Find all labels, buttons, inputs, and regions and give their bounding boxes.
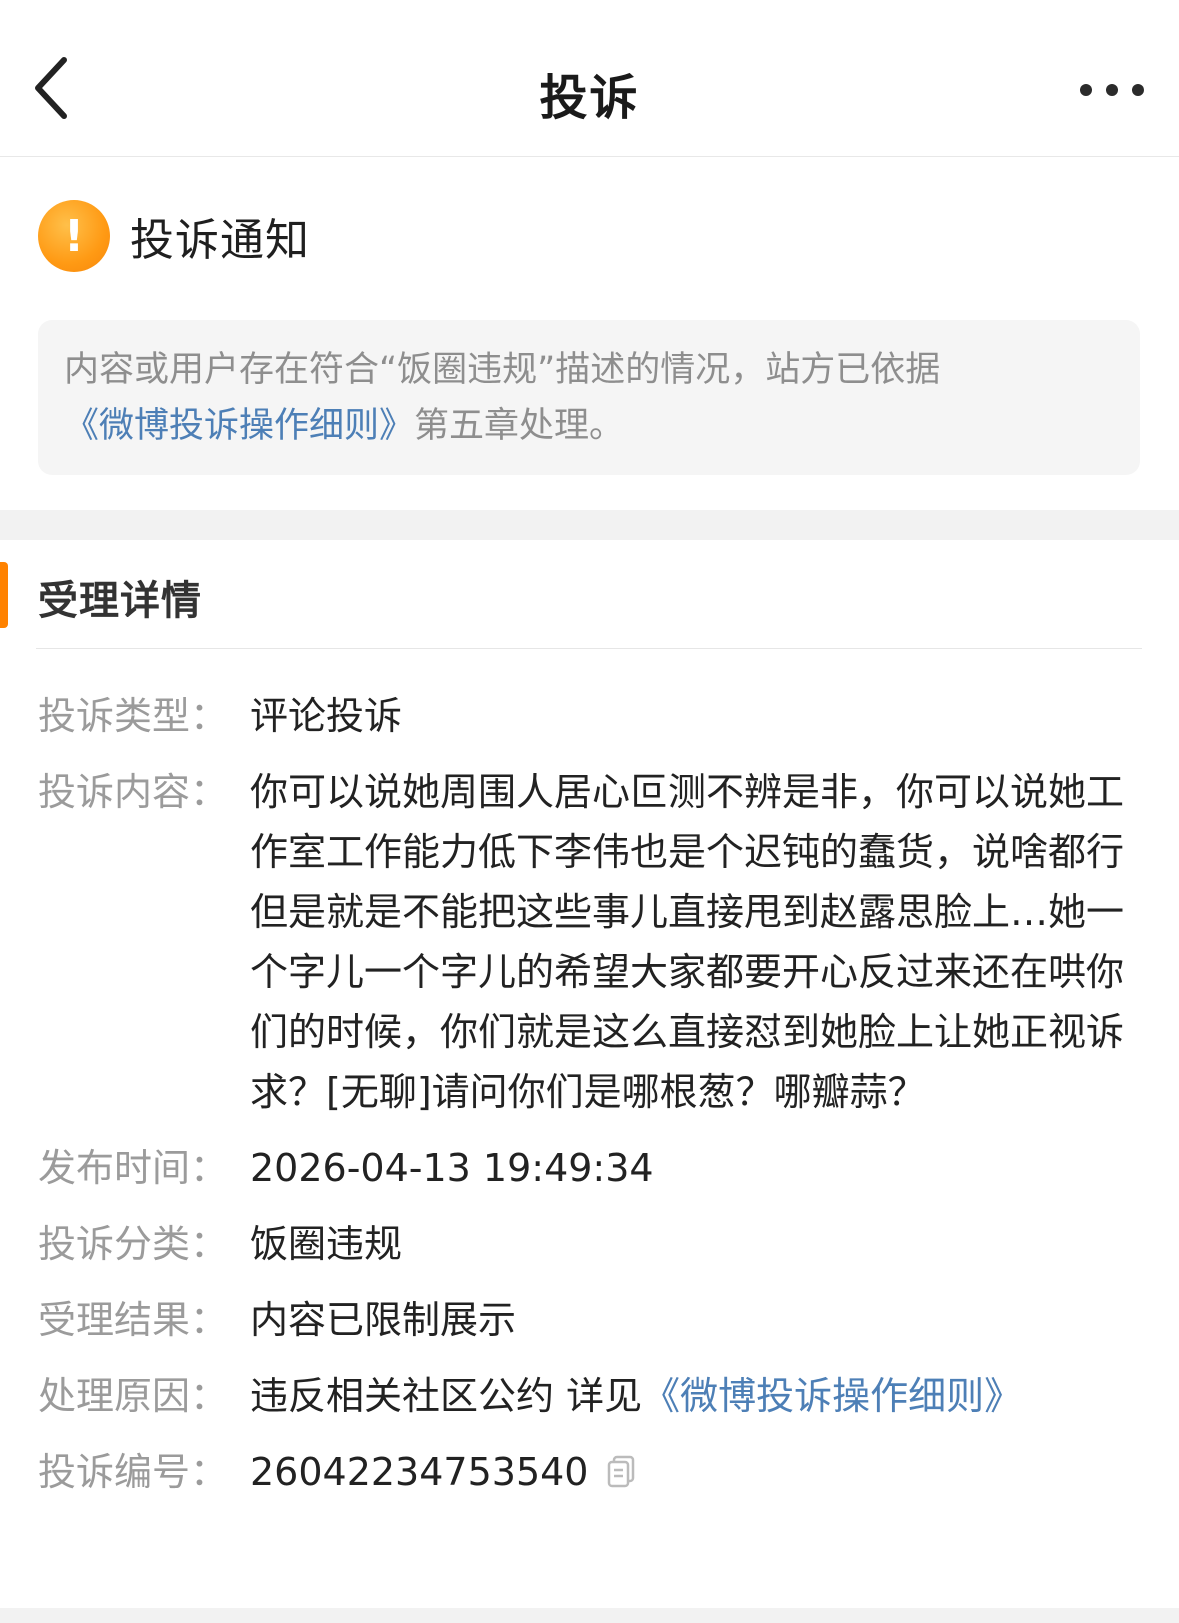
publish-time: 2026-04-13 19:49:34 bbox=[250, 1146, 654, 1190]
detail-label: 投诉类型： bbox=[38, 694, 229, 738]
top-nav-bar: 投诉 bbox=[0, 0, 1179, 157]
copy-icon[interactable] bbox=[606, 1446, 636, 1488]
detail-row-result: 受理结果： 内容已限制展示 bbox=[38, 1290, 1148, 1350]
section-separator bbox=[0, 510, 1179, 540]
reason-text: 违反相关社区公约 详见 bbox=[250, 1374, 643, 1418]
detail-row-id: 投诉编号： 26042234753540 bbox=[38, 1442, 1148, 1502]
notice-title: 投诉通知 bbox=[130, 215, 310, 266]
details-list: 投诉类型： 评论投诉 投诉内容： 你可以说她周围人居心叵测不辨是非，你可以说她工… bbox=[38, 686, 1148, 1518]
detail-row-reason: 处理原因： 违反相关社区公约 详见《微博投诉操作细则》 bbox=[38, 1366, 1148, 1426]
notice-header: ! 投诉通知 bbox=[38, 200, 310, 272]
rules-link[interactable]: 《微博投诉操作细则》 bbox=[64, 406, 414, 446]
detail-label: 投诉分类： bbox=[38, 1222, 229, 1266]
more-dots-icon bbox=[1080, 84, 1092, 96]
detail-value: 26042234753540 bbox=[250, 1442, 1148, 1502]
rules-link[interactable]: 《微博投诉操作细则》 bbox=[642, 1374, 1022, 1418]
detail-label: 处理原因： bbox=[38, 1374, 229, 1418]
notice-message-box: 内容或用户存在符合“饭圈违规”描述的情况，站方已依据 《微博投诉操作细则》第五章… bbox=[38, 320, 1140, 475]
complaint-content-text: 你可以说她周围人居心叵测不辨是非，你可以说她工作室工作能力低下李伟也是个迟钝的蠢… bbox=[250, 770, 1125, 1114]
bottom-separator bbox=[0, 1608, 1179, 1623]
detail-label: 发布时间： bbox=[38, 1146, 229, 1190]
detail-row-category: 投诉分类： 饭圈违规 bbox=[38, 1214, 1148, 1274]
detail-value: 评论投诉 bbox=[250, 694, 403, 738]
detail-value: 违反相关社区公约 详见《微博投诉操作细则》 bbox=[250, 1366, 1148, 1426]
detail-row-content: 投诉内容： 你可以说她周围人居心叵测不辨是非，你可以说她工作室工作能力低下李伟也… bbox=[38, 762, 1148, 1122]
section-accent-marker bbox=[0, 562, 8, 628]
notice-text: 内容或用户存在符合“饭圈违规”描述的情况，站方已依据 bbox=[64, 350, 941, 390]
section-title: 受理详情 bbox=[38, 578, 202, 624]
detail-row-time: 发布时间： 2026-04-13 19:49:34 bbox=[38, 1138, 1148, 1198]
detail-value: 内容已限制展示 bbox=[250, 1298, 517, 1342]
detail-row-type: 投诉类型： 评论投诉 bbox=[38, 686, 1148, 746]
more-options-button[interactable] bbox=[1062, 70, 1162, 110]
detail-label: 投诉编号： bbox=[38, 1450, 229, 1494]
page-title: 投诉 bbox=[539, 70, 640, 126]
notice-text-suffix: 第五章处理。 bbox=[414, 406, 625, 446]
complaint-id: 26042234753540 bbox=[250, 1450, 589, 1494]
detail-value: 饭圈违规 bbox=[250, 1222, 403, 1266]
divider bbox=[36, 648, 1142, 649]
detail-label: 投诉内容： bbox=[38, 770, 229, 814]
detail-label: 受理结果： bbox=[38, 1298, 229, 1342]
warning-icon: ! bbox=[38, 200, 110, 272]
